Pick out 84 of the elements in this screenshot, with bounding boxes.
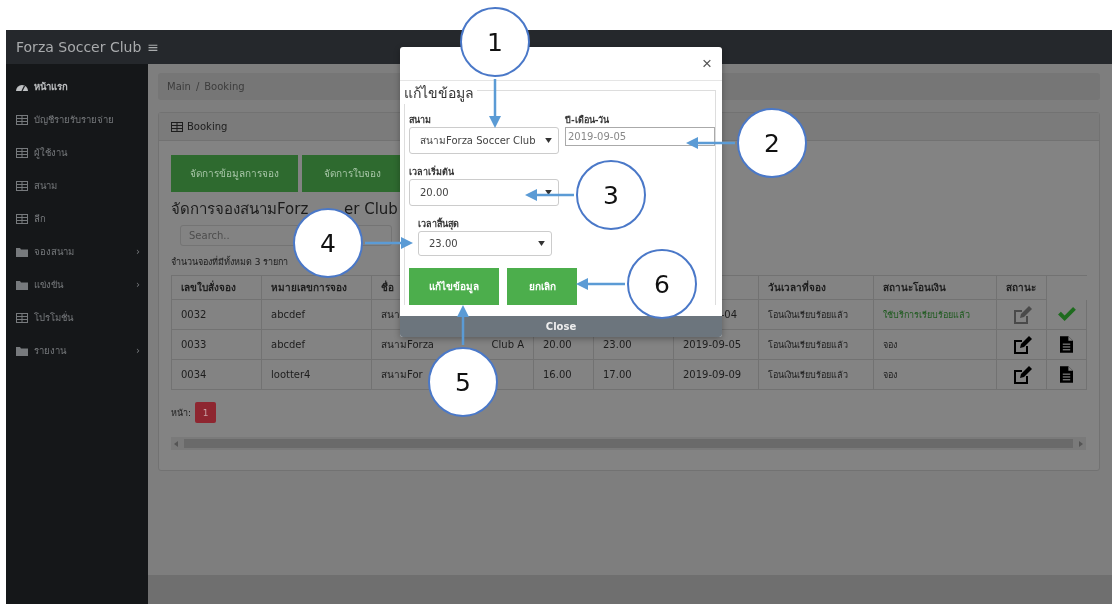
sidebar-item[interactable]: บัญชีรายรับรายจ่าย — [6, 103, 148, 136]
table-icon — [16, 213, 28, 224]
table-cell: 0032 — [172, 300, 262, 330]
column-header: สถานะโอนเงิน — [874, 276, 997, 300]
sidebar-item[interactable]: หน้าแรก — [6, 70, 148, 103]
callout-arrow — [489, 79, 501, 128]
callout-arrow — [457, 305, 469, 345]
chevron-icon: › — [136, 279, 140, 290]
document-icon[interactable] — [1060, 366, 1073, 383]
page-label: หน้า: — [171, 406, 192, 420]
chevron-icon: › — [136, 246, 140, 257]
page-heading: er Club — [344, 200, 398, 218]
table-cell: โอนเงินเรียบร้อยแล้ว — [759, 360, 874, 390]
column-header: เลขใบสั่งจอง — [172, 276, 262, 300]
table-cell-text: สนามFor — [381, 368, 423, 382]
end-time-label: เวลาสิ้นสุด — [418, 217, 460, 231]
edit-icon[interactable] — [1011, 335, 1032, 354]
table-cell: abcdef — [262, 330, 372, 360]
breadcrumb-separator: / — [195, 81, 200, 92]
date-label: ปี-เดือน-วัน — [565, 113, 611, 127]
action-button[interactable]: จัดการใบจอง — [302, 155, 402, 192]
table-cell: abcdef — [262, 300, 372, 330]
edit-icon — [1011, 305, 1032, 324]
card-title: Booking — [187, 121, 228, 132]
table-icon — [171, 121, 183, 132]
document-icon[interactable] — [1060, 336, 1073, 353]
table-cell: 2019-09-09 — [674, 360, 759, 390]
date-input[interactable]: 2019-09-05 — [565, 127, 715, 146]
table-icon — [16, 114, 28, 125]
sidebar-item[interactable]: จองสนาม › — [6, 235, 148, 268]
checkmark-icon — [1057, 307, 1076, 322]
folder-icon — [16, 345, 28, 356]
sidebar-item[interactable]: ลีก — [6, 202, 148, 235]
field-select[interactable]: สนามForza Soccer Club — [409, 127, 559, 154]
breadcrumb-item[interactable]: Main — [167, 81, 191, 92]
caret-icon — [538, 241, 545, 246]
folder-icon — [16, 279, 28, 290]
save-button[interactable]: แก้ไขข้อมูล — [409, 268, 499, 305]
close-bar-button[interactable]: Close — [400, 316, 722, 337]
action-button[interactable]: จัดการข้อมูลการจอง — [171, 155, 298, 192]
page-button[interactable]: 1 — [195, 402, 217, 423]
sidebar-item[interactable]: โปรโมชั่น — [6, 301, 148, 334]
caret-icon — [545, 190, 552, 195]
field-label: สนาม — [409, 114, 432, 127]
callout-arrow — [686, 137, 735, 149]
table-cell: ใช้บริการเรียบร้อยแล้ว — [874, 300, 997, 330]
end-time-select[interactable]: 23.00 — [418, 231, 552, 256]
table-icon — [16, 312, 28, 323]
sidebar-item[interactable]: รายงาน › — [6, 334, 148, 367]
table-cell: จอง — [874, 360, 997, 390]
close-button[interactable]: × — [702, 55, 712, 72]
callout-arrow — [365, 237, 413, 249]
table-cell: โอนเงินเรียบร้อยแล้ว — [759, 330, 874, 360]
table-cell: โอนเงินเรียบร้อยแล้ว — [759, 300, 874, 330]
sidebar-item[interactable]: ผู้ใช้งาน — [6, 136, 148, 169]
table-cell: จอง — [874, 330, 997, 360]
table-cell: 16.00 — [534, 360, 594, 390]
chevron-icon: › — [136, 345, 140, 356]
table-icon — [16, 180, 28, 191]
menu-toggle[interactable]: ≡ — [147, 39, 160, 55]
sidebar-item[interactable]: แข่งขัน › — [6, 268, 148, 301]
callout-arrow — [576, 278, 625, 290]
table-cell-text: สนา — [381, 308, 400, 322]
sidebar-item[interactable]: สนาม — [6, 169, 148, 202]
table-icon — [16, 147, 28, 158]
brand-title: Forza Soccer Club — [16, 39, 142, 55]
edit-icon[interactable] — [1011, 365, 1032, 384]
table-cell: 0034 — [172, 360, 262, 390]
caret-icon — [545, 138, 552, 143]
callout-arrow — [525, 189, 574, 201]
start-time-label: เวลาเริ่มต้น — [409, 165, 455, 179]
callout-marker: 1 — [460, 7, 530, 77]
booking-count: จำนวนจองที่มีทั้งหมด 3 รายกา — [171, 255, 290, 269]
column-header: สถานะ — [997, 276, 1047, 300]
table-cell: lootter4 — [262, 360, 372, 390]
table-cell: 0033 — [172, 330, 262, 360]
folder-icon — [16, 246, 28, 257]
column-header: วันเวลาที่จอง — [759, 276, 874, 300]
start-time-select[interactable]: 20.00 — [409, 179, 559, 206]
table-cell: 17.00 — [594, 360, 674, 390]
form-legend: แก้ไขข้อมูล — [404, 82, 477, 104]
breadcrumb-item[interactable]: Booking — [204, 81, 245, 92]
table-cell-text: Club A — [491, 339, 524, 350]
cancel-button[interactable]: ยกเลิก — [507, 268, 577, 305]
